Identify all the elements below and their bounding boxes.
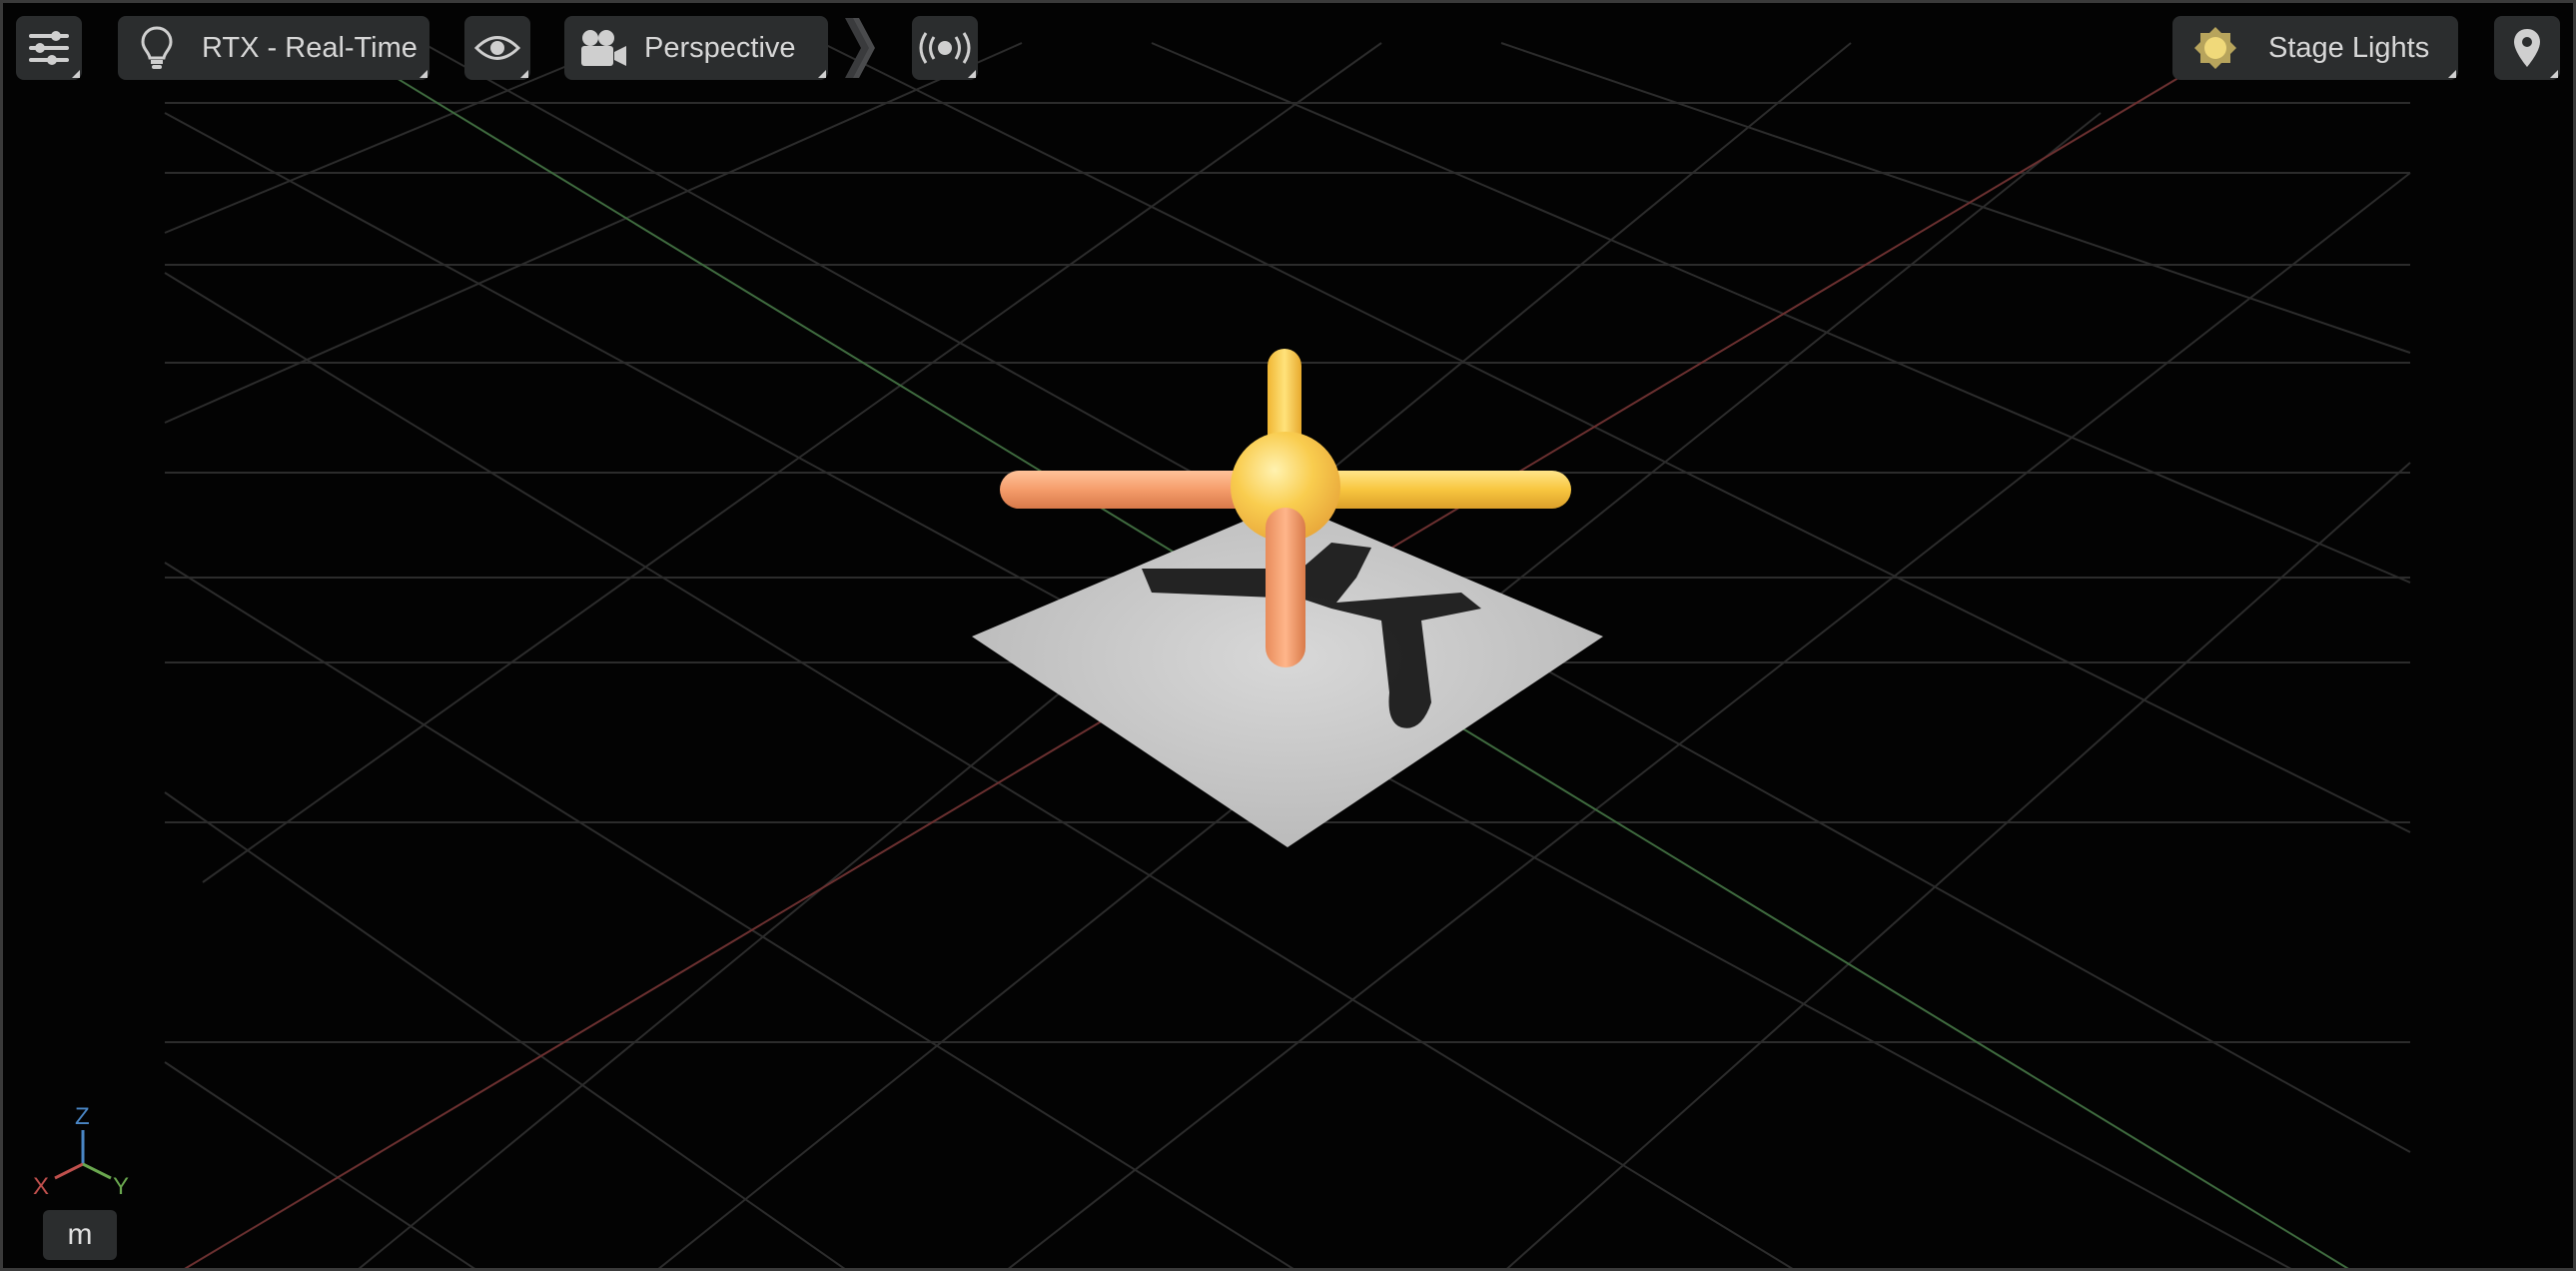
axis-y-label: Y bbox=[113, 1173, 129, 1200]
camera-label: Perspective bbox=[644, 31, 796, 64]
renderer-button[interactable]: RTX - Real-Time bbox=[118, 16, 429, 80]
axis-z-label: Z bbox=[75, 1103, 90, 1130]
down-arm bbox=[1266, 508, 1305, 667]
expand-button[interactable] bbox=[834, 16, 884, 80]
map-pin-icon bbox=[2513, 28, 2541, 68]
location-button[interactable] bbox=[2494, 16, 2560, 80]
lightbulb-icon bbox=[132, 25, 182, 71]
viewport[interactable]: RTX - Real-Time Perspective Stage Lights… bbox=[0, 0, 2576, 1271]
lighting-button[interactable]: Stage Lights bbox=[2172, 16, 2458, 80]
chevron-right-double-icon bbox=[839, 16, 879, 80]
axis-x-label: X bbox=[33, 1173, 49, 1200]
renderer-label: RTX - Real-Time bbox=[202, 31, 418, 64]
lighting-label: Stage Lights bbox=[2268, 31, 2430, 64]
movie-camera-icon bbox=[578, 28, 628, 68]
settings-button[interactable] bbox=[16, 16, 82, 80]
broadcast-button[interactable] bbox=[912, 16, 978, 80]
visibility-button[interactable] bbox=[464, 16, 530, 80]
scene-canvas[interactable] bbox=[3, 3, 2576, 1271]
unit-badge[interactable]: m bbox=[43, 1210, 117, 1260]
sliders-icon bbox=[28, 30, 70, 66]
camera-button[interactable]: Perspective bbox=[564, 16, 828, 80]
eye-icon bbox=[474, 33, 520, 63]
sun-icon bbox=[2192, 25, 2238, 71]
broadcast-icon bbox=[915, 32, 975, 64]
axis-gizmo: Z X Y bbox=[25, 1100, 145, 1200]
